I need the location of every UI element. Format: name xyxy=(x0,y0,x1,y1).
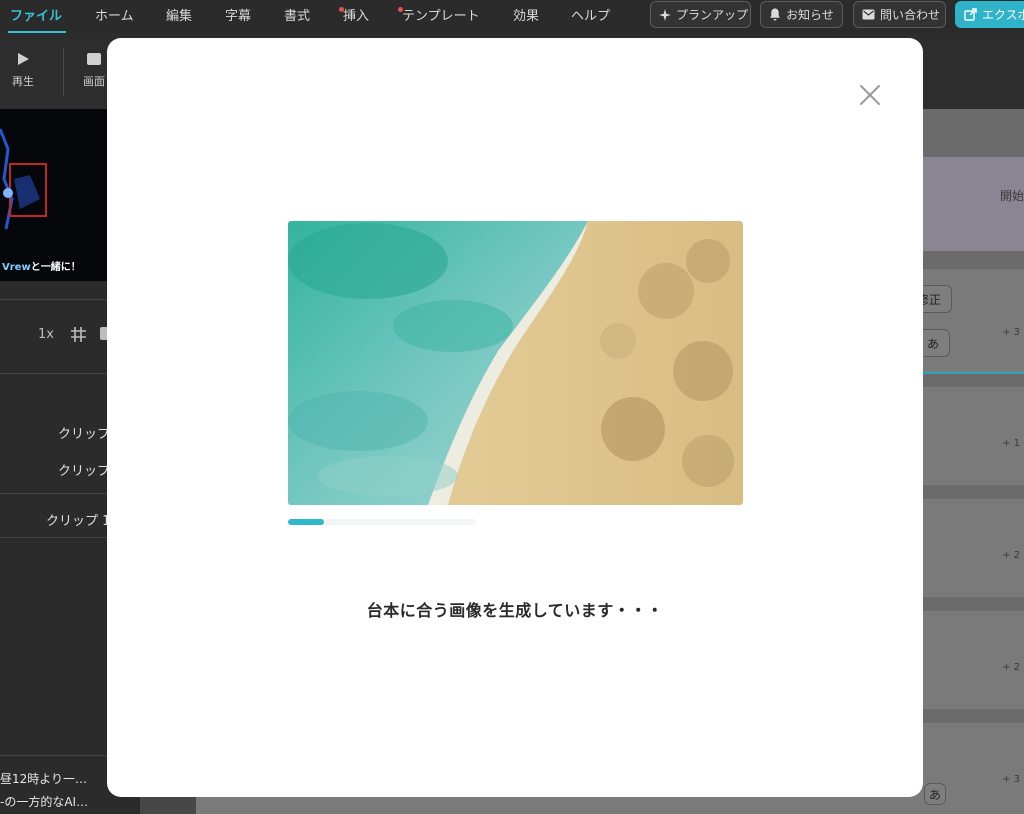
beach-image xyxy=(288,221,743,505)
close-icon xyxy=(860,85,880,105)
image-generation-modal: 台本に合う画像を生成しています・・・ xyxy=(107,38,923,797)
progress-bar xyxy=(288,519,476,525)
progress-fill xyxy=(288,519,324,525)
close-button[interactable] xyxy=(858,83,882,107)
status-message: 台本に合う画像を生成しています・・・ xyxy=(366,601,664,620)
generated-image xyxy=(288,221,743,505)
